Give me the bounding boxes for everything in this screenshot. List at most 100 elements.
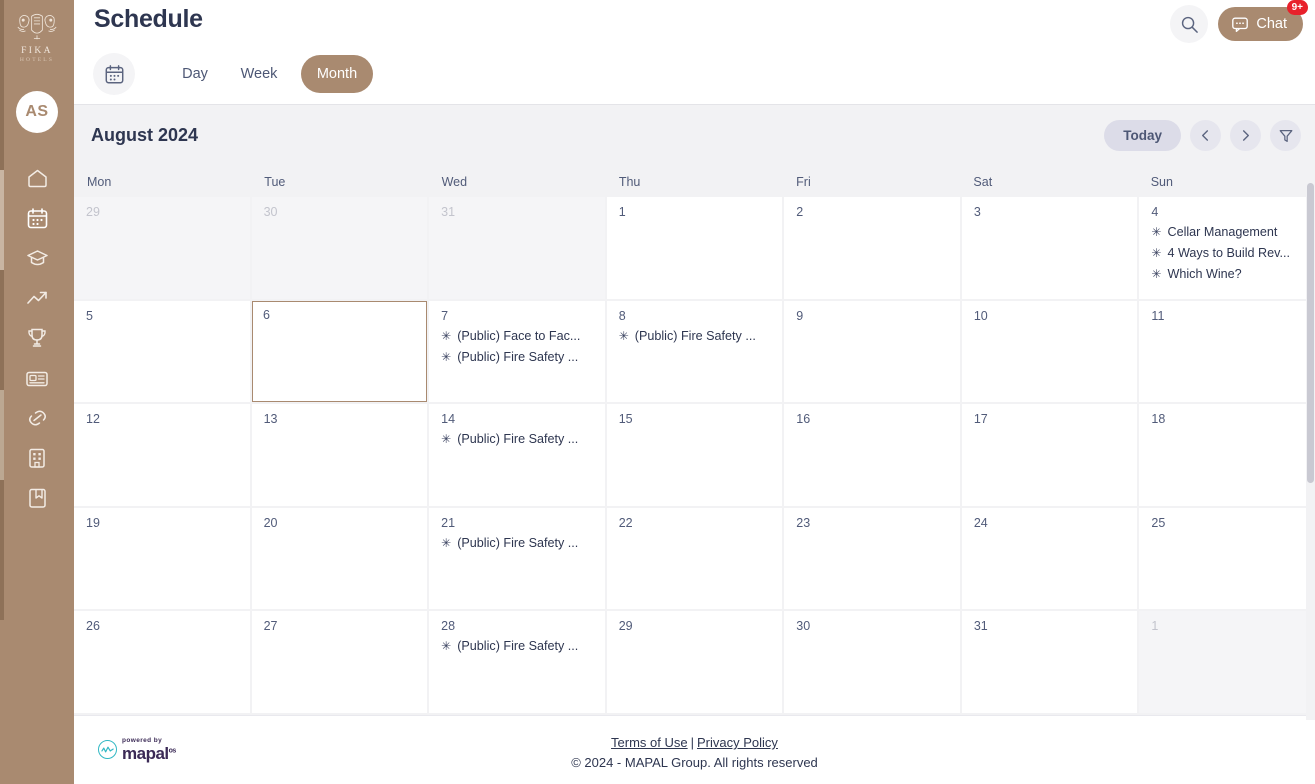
day-number: 17 xyxy=(973,412,988,426)
next-month-button[interactable] xyxy=(1230,120,1261,151)
calendar-event-title: (Public) Fire Safety ... xyxy=(457,535,579,550)
day-number: 22 xyxy=(618,515,633,530)
asterisk-icon: ✳ xyxy=(618,328,629,343)
day-cell[interactable]: 15 xyxy=(606,404,783,506)
day-cell[interactable]: 27 xyxy=(251,611,428,713)
day-number: 4 xyxy=(1151,205,1159,219)
day-cell[interactable]: 10 xyxy=(961,300,1138,402)
scrollbar-thumb[interactable] xyxy=(1307,183,1314,483)
news-card-icon xyxy=(26,371,48,386)
footer-links: Terms of Use | Privacy Policy xyxy=(74,735,1315,750)
calendar-event-title: (Public) Fire Safety ... xyxy=(634,328,756,343)
tab-week[interactable]: Week xyxy=(227,56,291,92)
filter-button[interactable] xyxy=(1270,120,1301,151)
search-button[interactable] xyxy=(1170,5,1209,43)
terms-of-use-link[interactable]: Terms of Use xyxy=(611,735,688,750)
chat-button[interactable]: Chat 9+ xyxy=(1218,0,1308,41)
day-cell[interactable]: 20 xyxy=(251,507,428,609)
calendar-event-title: (Public) Fire Safety ... xyxy=(457,432,579,446)
day-of-week-tue: Tue xyxy=(264,174,286,189)
day-number: 10 xyxy=(973,308,988,323)
sidebar-item-learning[interactable] xyxy=(17,246,57,270)
day-cell[interactable]: 26 xyxy=(74,611,250,713)
day-cell[interactable]: 23 xyxy=(784,507,960,609)
day-cell[interactable]: 14 ✳ (Public) Fire Safety ... xyxy=(429,404,605,506)
day-cell[interactable]: 11 xyxy=(1139,300,1315,402)
footer-copyright: © 2024 - MAPAL Group. All rights reserve… xyxy=(571,755,818,770)
day-number: 12 xyxy=(86,412,100,426)
calendar-event[interactable]: ✳ (Public) Fire Safety ... xyxy=(441,432,596,447)
brand-logo[interactable]: FIKA HOTELS xyxy=(9,10,65,63)
day-cell[interactable]: 30 xyxy=(251,197,428,299)
day-cell[interactable]: 25 xyxy=(1139,507,1315,609)
building-icon xyxy=(29,448,45,468)
sidebar-item-home[interactable] xyxy=(17,166,57,190)
trending-up-icon xyxy=(26,291,47,304)
calendar-event[interactable]: ✳ Which Wine? xyxy=(1151,267,1306,282)
day-cell[interactable]: 30 xyxy=(784,611,960,713)
privacy-policy-link[interactable]: Privacy Policy xyxy=(697,735,778,750)
today-button[interactable]: Today xyxy=(1104,120,1181,151)
topbar: Schedule Day Week Month Chat 9+ xyxy=(74,0,1315,104)
day-cell[interactable]: 24 xyxy=(961,507,1138,609)
tab-day[interactable]: Day xyxy=(163,56,227,92)
sidebar-item-links[interactable] xyxy=(17,406,57,430)
footer-separator: | xyxy=(690,735,695,750)
day-cell[interactable]: 18 xyxy=(1139,404,1315,506)
day-cell[interactable]: 13 xyxy=(251,404,428,506)
day-cell[interactable]: 1 xyxy=(1139,611,1315,713)
app-root: FIKA HOTELS AS Schedule Day Week Month C… xyxy=(0,0,1315,784)
day-cell[interactable]: 1 xyxy=(606,197,783,299)
day-cell[interactable]: 9 xyxy=(784,300,960,402)
day-cell[interactable]: 3 xyxy=(961,197,1138,299)
day-cell[interactable]: 29 xyxy=(74,197,250,299)
calendar-event[interactable]: ✳ 4 Ways to Build Rev... xyxy=(1151,246,1306,261)
calendar-event[interactable]: ✳ (Public) Fire Safety ... xyxy=(441,639,596,654)
sidebar-item-news[interactable] xyxy=(17,366,57,390)
day-cell[interactable]: 4 ✳ Cellar Management ✳ 4 Ways to Build Rev.… xyxy=(1139,197,1315,299)
calendar-event[interactable]: ✳ (Public) Fire Safety ... xyxy=(441,536,596,551)
sidebar-item-performance[interactable] xyxy=(17,286,57,310)
day-cell[interactable]: 17 xyxy=(961,404,1138,506)
day-number: 30 xyxy=(796,619,811,633)
calendar-event-title: (Public) Fire Safety ... xyxy=(457,639,579,653)
sidebar-item-library[interactable] xyxy=(17,486,57,510)
day-cell[interactable]: 29 xyxy=(606,611,783,713)
day-cell[interactable]: 31 xyxy=(429,197,605,299)
day-cell[interactable]: 5 xyxy=(74,300,250,402)
avatar[interactable]: AS xyxy=(16,91,58,133)
day-cell[interactable]: 28 ✳ (Public) Fire Safety ... xyxy=(429,611,605,713)
day-cell[interactable]: 16 xyxy=(784,404,960,506)
calendar-event-title: (Public) Face to Fac... xyxy=(457,328,581,343)
tab-month[interactable]: Month xyxy=(301,55,373,93)
day-number: 8 xyxy=(618,308,626,323)
day-cell[interactable]: 6 xyxy=(251,300,428,402)
day-cell[interactable]: 8 ✳ (Public) Fire Safety ... xyxy=(606,300,783,402)
calendar-scrollbar[interactable] xyxy=(1306,183,1315,720)
sidebar-item-schedule[interactable] xyxy=(17,206,57,230)
day-number: 23 xyxy=(796,515,811,530)
day-number: 15 xyxy=(618,412,633,426)
previous-month-button[interactable] xyxy=(1190,120,1221,151)
day-cell[interactable]: 7 ✳ (Public) Face to Fac... ✳ (Public) Fire … xyxy=(429,300,605,402)
calendar-icon xyxy=(105,64,123,83)
calendar-event[interactable]: ✳ (Public) Face to Fac... xyxy=(441,329,596,344)
day-cell[interactable]: 19 xyxy=(74,507,250,609)
sidebar-item-organisation[interactable] xyxy=(17,446,57,470)
view-switcher: Day Week Month xyxy=(93,53,373,95)
day-cell[interactable]: 21 ✳ (Public) Fire Safety ... xyxy=(429,507,605,609)
calendar-event[interactable]: ✳ (Public) Fire Safety ... xyxy=(441,350,596,365)
sidebar-item-achievements[interactable] xyxy=(17,326,57,350)
day-of-week-thu: Thu xyxy=(618,174,641,189)
calendar-toggle-button[interactable] xyxy=(93,53,135,95)
asterisk-icon: ✳ xyxy=(441,535,452,550)
calendar-event[interactable]: ✳ Cellar Management xyxy=(1151,225,1306,240)
day-number: 14 xyxy=(441,412,456,426)
day-cell[interactable]: 2 xyxy=(784,197,960,299)
chevron-left-icon xyxy=(1202,130,1209,141)
day-number: 27 xyxy=(263,619,278,633)
day-cell[interactable]: 31 xyxy=(961,611,1138,713)
day-cell[interactable]: 22 xyxy=(606,507,783,609)
day-cell[interactable]: 12 xyxy=(74,404,250,506)
calendar-event[interactable]: ✳ (Public) Fire Safety ... xyxy=(619,329,774,344)
